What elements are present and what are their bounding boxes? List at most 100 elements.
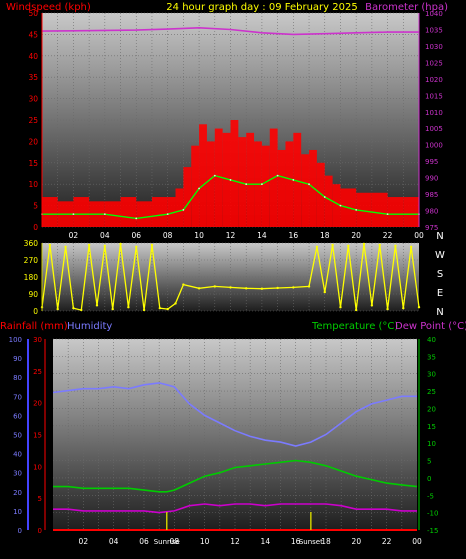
humidity-tick-label: 60: [13, 412, 22, 420]
windspeed-tick-label: 0: [33, 223, 38, 232]
windspeed-tick-label: 5: [33, 202, 38, 211]
humidity-tick-label: 40: [13, 451, 22, 459]
windspeed-tick-label: 15: [28, 159, 38, 168]
temperature-tick-label: 20: [427, 405, 436, 413]
barometer-tick-label: 1030: [425, 43, 443, 51]
wind-direction-point: [158, 306, 162, 310]
wind-direction-point: [56, 307, 59, 311]
rainfall-tick-label: 10: [33, 463, 42, 471]
humidity-tick-label: 80: [13, 374, 22, 382]
wind-direction-point: [64, 245, 67, 248]
wind-average-point: [339, 204, 342, 207]
barometer-tick-label: 1005: [425, 125, 443, 133]
direction-tick-label: 180: [24, 273, 39, 282]
wind-x-tick-label: 02: [69, 231, 79, 240]
wind-direction-point: [402, 306, 405, 310]
wind-gust-bar: [277, 149, 286, 227]
temperature-tick-label: 10: [427, 440, 436, 448]
wind-direction-point: [245, 287, 248, 290]
barometer-tick-label: 1015: [425, 92, 443, 100]
climate-x-tick-label: 22: [382, 537, 392, 546]
wind-direction-point: [394, 244, 397, 248]
wind-direction-point: [331, 243, 334, 247]
wind-direction-point: [229, 286, 232, 289]
temperature-axis-title: Temperature (°C): [311, 321, 398, 332]
wind-average-point: [166, 213, 169, 216]
windspeed-tick-label: 30: [28, 95, 38, 104]
wind-direction-point: [315, 245, 319, 248]
wind-gust-bar: [403, 197, 419, 227]
temperature-tick-label: -10: [427, 510, 438, 518]
wind-direction-point: [142, 308, 146, 312]
wind-gust-bar: [261, 145, 270, 227]
humidity-tick-label: 50: [13, 432, 22, 440]
humidity-tick-label: 0: [18, 527, 22, 535]
dewpoint-axis-title: Dew Point (°C): [395, 321, 466, 332]
wind-direction-point: [166, 307, 169, 311]
climate-x-tick-label: 12: [230, 537, 240, 546]
rainfall-tick-label: 25: [33, 368, 42, 376]
wind-x-tick-label: 06: [131, 231, 141, 240]
sunset-label: Sunset: [299, 538, 323, 546]
barometer-tick-label: 1040: [425, 10, 443, 18]
wind-average-point: [103, 213, 106, 216]
windspeed-tick-label: 10: [28, 180, 38, 189]
humidity-tick-label: 20: [13, 489, 22, 497]
wind-direction-point: [111, 307, 114, 311]
wind-direction-point: [354, 308, 358, 312]
wind-gust-bar: [309, 149, 317, 227]
wind-gust-bar: [285, 141, 294, 227]
humidity-tick-label: 100: [9, 336, 22, 344]
wind-gust-bar: [183, 167, 192, 227]
wind-direction-point: [370, 304, 374, 307]
temperature-tick-label: 15: [427, 423, 436, 431]
wind-direction-point: [260, 287, 264, 290]
wind-direction-point: [276, 286, 279, 290]
wind-average-point: [292, 179, 295, 181]
temperature-tick-label: 5: [427, 458, 431, 466]
wind-direction-point: [323, 290, 326, 294]
humidity-axis-title: Humidity: [67, 321, 112, 332]
climate-x-tick-label: 02: [79, 537, 89, 546]
rainfall-tick-label: 30: [33, 336, 42, 344]
direction-tick-label: 360: [24, 239, 39, 248]
wind-x-tick-label: 10: [194, 231, 204, 240]
wind-direction-point: [95, 304, 99, 307]
direction-tick-label: 90: [28, 290, 38, 299]
wind-average-point: [355, 208, 358, 211]
barometer-tick-label: 1025: [425, 59, 443, 67]
wind-average-point: [213, 174, 216, 177]
rainfall-axis-title: Rainfall (mm): [0, 321, 68, 332]
windspeed-tick-label: 45: [28, 30, 38, 39]
wind-gust-bar: [199, 124, 207, 227]
wind-gust-bar: [246, 132, 255, 227]
wind-average-point: [323, 196, 326, 198]
weather-graph-canvas: Windspeed (kph) 24 hour graph day : 09 F…: [0, 0, 466, 555]
wind-gust-bar: [191, 145, 200, 227]
wind-direction-point: [292, 286, 295, 289]
wind-direction-point: [347, 244, 350, 248]
wind-average-point: [276, 174, 279, 177]
chart-title: 24 hour graph day : 09 February 2025: [166, 2, 357, 13]
wind-x-tick-label: 08: [163, 231, 173, 240]
barometer-tick-label: 1010: [425, 109, 443, 117]
climate-x-tick-label: 04: [109, 537, 119, 546]
climate-x-tick-label: 20: [352, 537, 362, 546]
weather-graph-svg: Windspeed (kph) 24 hour graph day : 09 F…: [0, 2, 466, 546]
wind-x-tick-label: 12: [226, 231, 236, 240]
climate-x-tick-label: 10: [200, 537, 210, 546]
wind-x-tick-label: 00: [414, 231, 424, 240]
windspeed-tick-label: 50: [28, 9, 38, 18]
climate-x-tick-label: 00: [412, 537, 422, 546]
wind-direction-point: [135, 245, 138, 248]
wind-gust-bar: [316, 162, 325, 227]
compass-label: N: [436, 231, 443, 242]
wind-direction-point: [87, 243, 91, 247]
temperature-tick-label: 30: [427, 371, 436, 379]
barometer-tick-label: 1035: [425, 26, 443, 34]
sunrise-label: Sunrise: [154, 538, 180, 546]
humidity-tick-label: 30: [13, 470, 22, 478]
humidity-tick-label: 10: [13, 508, 22, 516]
wind-gust-bar: [151, 197, 168, 227]
direction-tick-label: 270: [24, 256, 39, 265]
